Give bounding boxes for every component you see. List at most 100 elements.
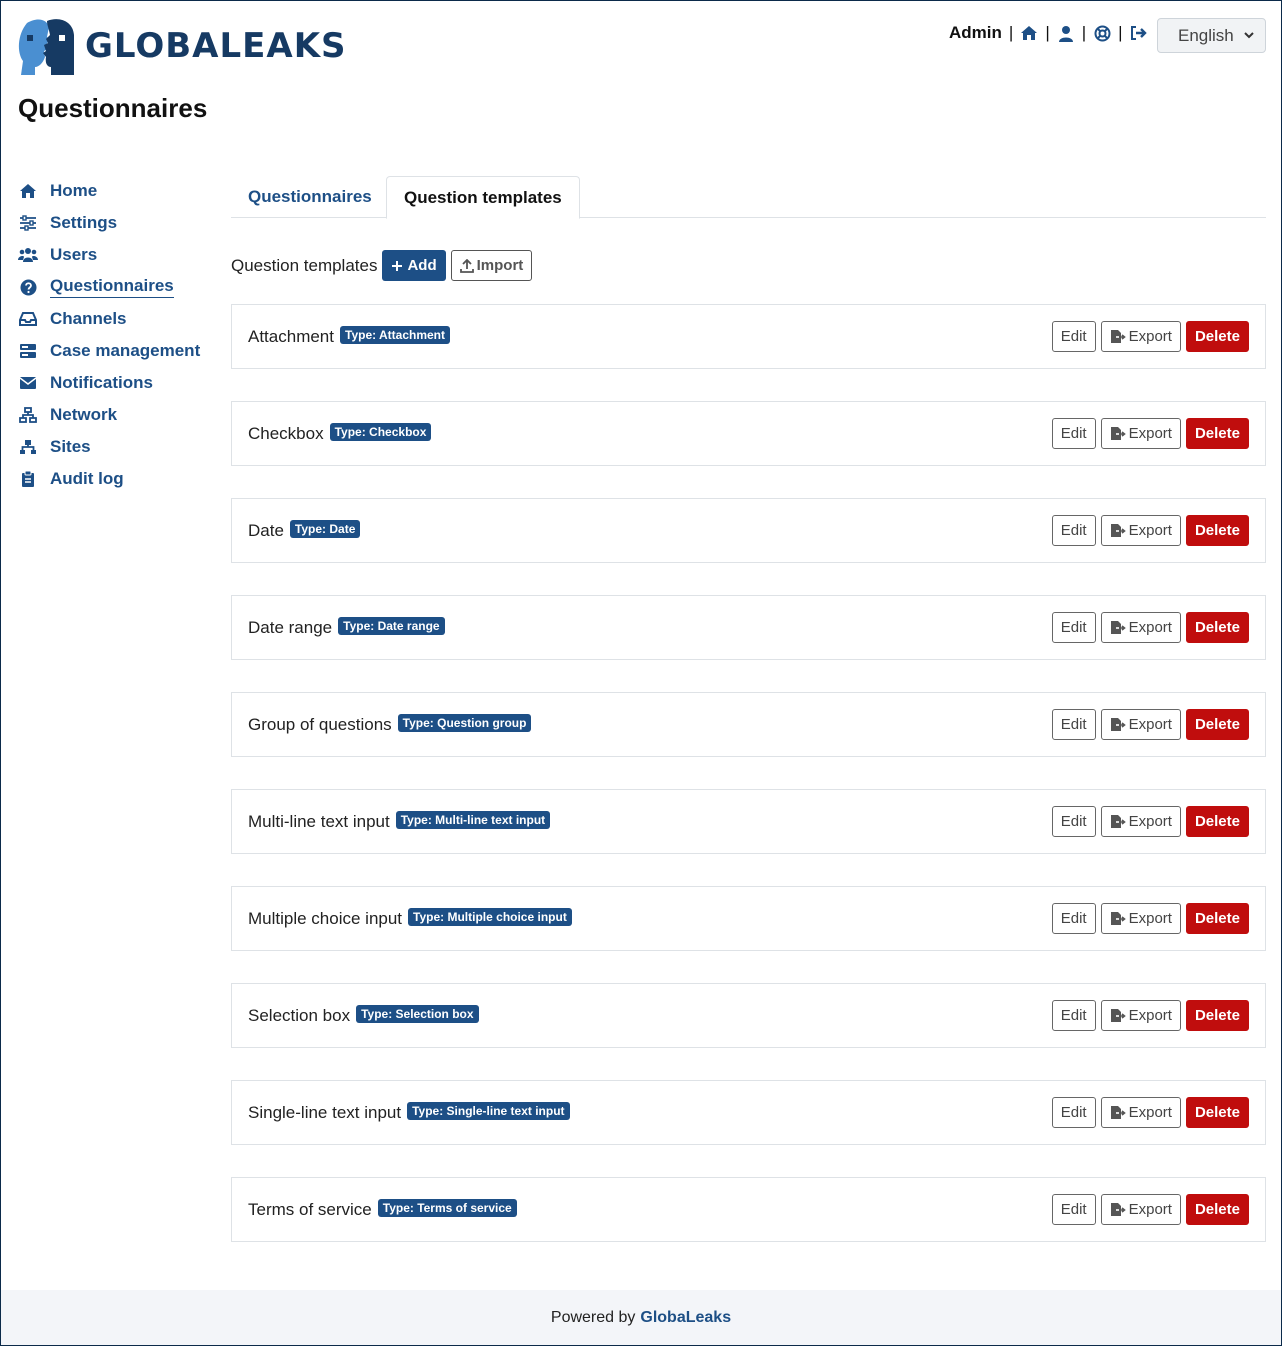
tab-question-templates[interactable]: Question templates [386, 176, 580, 219]
question-template-list: Attachment Type: Attachment Edit Export Dele… [231, 304, 1266, 1274]
sidebar-item-label: Home [50, 181, 98, 200]
user-name: Admin [949, 23, 1002, 42]
export-button[interactable]: Export [1100, 1097, 1181, 1128]
edit-button[interactable]: Edit [1051, 418, 1096, 449]
sidebar-item-sites[interactable]: Sites [18, 431, 218, 463]
sidebar-item-notifications[interactable]: Notifications [18, 367, 218, 399]
card-actions: Edit Export Delete [1051, 709, 1249, 740]
edit-button[interactable]: Edit [1051, 806, 1096, 837]
question-template-card: Multi-line text input Type: Multi-line te… [231, 789, 1266, 854]
delete-button[interactable]: Delete [1185, 612, 1249, 643]
type-badge: Type: Date [289, 519, 361, 538]
edit-button[interactable]: Edit [1051, 709, 1096, 740]
delete-button[interactable]: Delete [1185, 1194, 1249, 1225]
chevron-down-icon [1244, 32, 1254, 39]
edit-button[interactable]: Edit [1051, 321, 1096, 352]
edit-button[interactable]: Edit [1051, 1194, 1096, 1225]
inbox-icon [18, 310, 38, 328]
export-button[interactable]: Export [1100, 515, 1181, 546]
delete-button[interactable]: Delete [1185, 903, 1249, 934]
tab-questionnaires[interactable]: Questionnaires [231, 176, 389, 218]
globaleaks-logo-icon [18, 19, 74, 75]
card-actions: Edit Export Delete [1051, 1000, 1249, 1031]
delete-button[interactable]: Delete [1185, 418, 1249, 449]
file-export-icon [1110, 815, 1126, 828]
edit-button[interactable]: Edit [1051, 515, 1096, 546]
card-actions: Edit Export Delete [1051, 321, 1249, 352]
import-button[interactable]: Import [450, 250, 533, 281]
export-button-label: Export [1128, 522, 1172, 539]
tab-bar: Questionnaires Question templates [231, 176, 1266, 219]
sidebar-item-settings[interactable]: Settings [18, 207, 218, 239]
clipboard-icon [18, 470, 38, 488]
question-template-card: Multiple choice input Type: Multiple choi… [231, 886, 1266, 951]
card-actions: Edit Export Delete [1051, 1097, 1249, 1128]
delete-button[interactable]: Delete [1185, 1000, 1249, 1031]
export-button[interactable]: Export [1100, 612, 1181, 643]
plus-icon [392, 260, 403, 271]
file-export-icon [1110, 1106, 1126, 1119]
question-circle-icon [18, 278, 38, 296]
file-export-icon [1110, 912, 1126, 925]
sidebar-item-users[interactable]: Users [18, 239, 218, 271]
upload-icon [459, 258, 474, 273]
export-button-label: Export [1128, 1104, 1172, 1121]
export-button[interactable]: Export [1100, 321, 1181, 352]
sitemap-icon [18, 438, 38, 456]
delete-button[interactable]: Delete [1185, 1097, 1249, 1128]
edit-button[interactable]: Edit [1051, 612, 1096, 643]
card-actions: Edit Export Delete [1051, 1194, 1249, 1225]
sidebar-item-channels[interactable]: Channels [18, 303, 218, 335]
sidebar-item-questionnaires[interactable]: Questionnaires [18, 271, 218, 303]
sidebar-item-home[interactable]: Home [18, 175, 218, 207]
question-template-card: Attachment Type: Attachment Edit Export Dele… [231, 304, 1266, 369]
network-icon [18, 406, 38, 424]
export-button[interactable]: Export [1100, 1194, 1181, 1225]
template-name: Group of questions [248, 714, 392, 734]
template-name: Attachment [248, 326, 334, 346]
type-badge: Type: Selection box [356, 1004, 479, 1023]
delete-button[interactable]: Delete [1185, 806, 1249, 837]
delete-button[interactable]: Delete [1185, 709, 1249, 740]
import-button-label: Import [476, 257, 524, 274]
sidebar-item-label: Questionnaires [50, 276, 174, 298]
export-button[interactable]: Export [1100, 1000, 1181, 1031]
sidebar-item-network[interactable]: Network [18, 399, 218, 431]
export-button[interactable]: Export [1100, 418, 1181, 449]
sidebar-item-label: Network [50, 405, 118, 424]
type-badge: Type: Attachment [340, 325, 451, 344]
file-export-icon [1110, 1009, 1126, 1022]
header: GLOBALEAKS Questionnaires Admin | | | | … [1, 1, 1281, 141]
sidebar-item-label: Case management [50, 341, 201, 360]
card-actions: Edit Export Delete [1051, 903, 1249, 934]
add-button-label: Add [407, 257, 437, 274]
logo[interactable]: GLOBALEAKS [17, 17, 347, 75]
export-button-label: Export [1128, 425, 1172, 442]
add-button[interactable]: Add [382, 250, 446, 281]
footer-brand-link[interactable]: GlobaLeaks [640, 1309, 731, 1327]
export-button[interactable]: Export [1100, 709, 1181, 740]
export-button[interactable]: Export [1100, 806, 1181, 837]
logout-icon[interactable] [1130, 24, 1148, 42]
edit-button[interactable]: Edit [1051, 1000, 1096, 1031]
separator: | [1045, 23, 1050, 42]
support-icon[interactable] [1093, 24, 1111, 42]
template-name: Multi-line text input [248, 811, 390, 831]
delete-button[interactable]: Delete [1185, 321, 1249, 352]
file-export-icon [1110, 718, 1126, 731]
question-template-card: Date range Type: Date range Edit Export Dele… [231, 595, 1266, 660]
separator: | [1081, 23, 1087, 42]
edit-button[interactable]: Edit [1051, 903, 1096, 934]
language-select[interactable]: English [1157, 18, 1266, 53]
question-template-card: Single-line text input Type: Single-line … [231, 1080, 1266, 1145]
sidebar-item-audit-log[interactable]: Audit log [18, 463, 218, 495]
user-icon[interactable] [1057, 24, 1075, 42]
edit-button[interactable]: Edit [1051, 1097, 1096, 1128]
home-icon[interactable] [1020, 24, 1038, 42]
card-actions: Edit Export Delete [1051, 612, 1249, 643]
template-name: Single-line text input [248, 1102, 402, 1122]
delete-button[interactable]: Delete [1185, 515, 1249, 546]
export-button[interactable]: Export [1100, 903, 1181, 934]
sidebar-item-case-management[interactable]: Case management [18, 335, 218, 367]
separator: | [1118, 23, 1123, 42]
